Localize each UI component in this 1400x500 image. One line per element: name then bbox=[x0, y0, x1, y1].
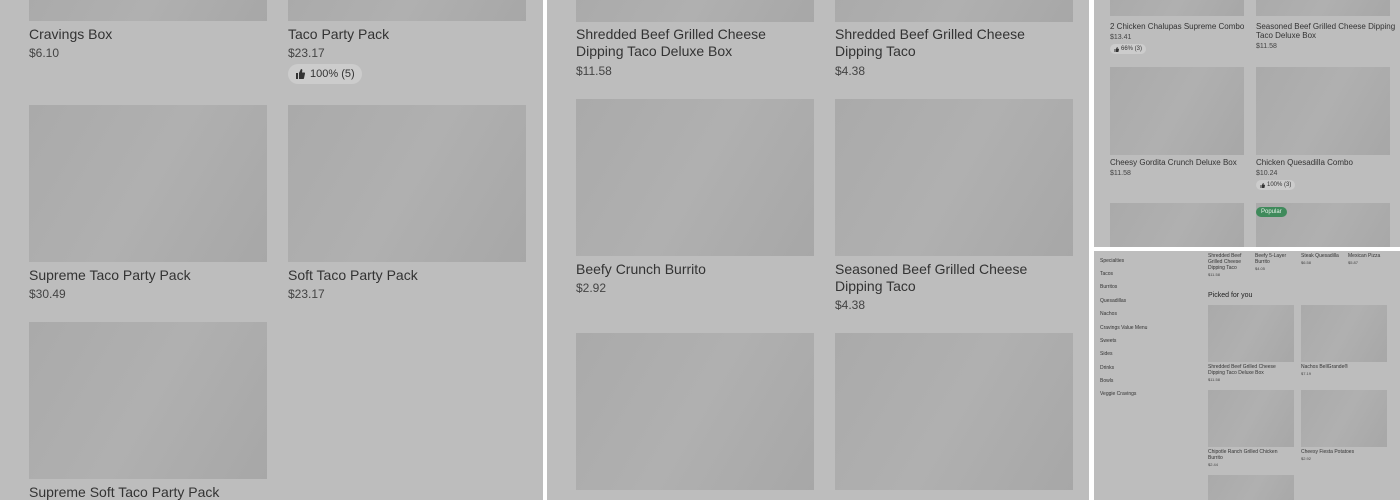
item-image[interactable] bbox=[29, 322, 267, 479]
rating-badge: 100% (3) bbox=[1256, 180, 1296, 190]
item-name[interactable]: Soft Taco Party Pack bbox=[288, 267, 418, 283]
item-price: $2.44 bbox=[1208, 462, 1219, 467]
item-price: $5.87 bbox=[1348, 260, 1359, 265]
item-name[interactable]: Nachos BellGrande® bbox=[1301, 364, 1386, 370]
category-nav-item[interactable]: Sweets bbox=[1100, 338, 1116, 344]
item-image[interactable] bbox=[1208, 475, 1294, 500]
item-image[interactable] bbox=[1110, 0, 1244, 16]
item-image[interactable] bbox=[1110, 67, 1244, 155]
category-nav-item[interactable]: Burritos bbox=[1100, 284, 1117, 290]
item-price: $11.58 bbox=[1208, 377, 1220, 382]
item-price: $2.92 bbox=[576, 281, 607, 295]
category-nav-item[interactable]: Drinks bbox=[1100, 365, 1114, 371]
rating-text: 100% (5) bbox=[310, 68, 355, 80]
item-image[interactable] bbox=[835, 99, 1073, 256]
thumbs-up-icon bbox=[1114, 46, 1119, 52]
item-name[interactable]: Steak Quesadilla bbox=[1301, 253, 1345, 259]
item-name[interactable]: Supreme Soft Taco Party Pack bbox=[29, 484, 219, 500]
item-image[interactable] bbox=[1208, 390, 1294, 447]
item-name[interactable]: Seasoned Beef Grilled Cheese Dipping Tac… bbox=[1256, 22, 1396, 40]
item-price: $6.10 bbox=[29, 46, 60, 60]
menu-panel-c: 2 Chicken Chalupas Supreme Combo $13.41 … bbox=[1094, 0, 1400, 247]
rating-badge: 66% (3) bbox=[1110, 44, 1147, 54]
thumbs-up-icon bbox=[296, 69, 305, 79]
item-name[interactable]: Seasoned Beef Grilled Cheese Dipping Tac… bbox=[835, 261, 1075, 295]
item-image[interactable] bbox=[288, 105, 526, 262]
thumbs-up-icon bbox=[1260, 182, 1265, 188]
category-nav-item[interactable]: Tacos bbox=[1100, 271, 1113, 277]
item-image[interactable] bbox=[1110, 203, 1244, 247]
rating-badge: 100% (5) bbox=[288, 64, 362, 84]
item-price: $4.38 bbox=[835, 298, 866, 312]
category-nav-item[interactable]: Bowls bbox=[1100, 378, 1113, 384]
category-nav-item[interactable]: Veggie Cravings bbox=[1100, 391, 1136, 397]
item-image[interactable] bbox=[576, 99, 814, 256]
category-nav-item[interactable]: Specialties bbox=[1100, 258, 1124, 264]
item-price: $2.92 bbox=[1301, 456, 1312, 461]
item-price: $11.58 bbox=[1256, 43, 1277, 50]
item-price: $13.41 bbox=[1110, 34, 1132, 41]
item-name[interactable]: Shredded Beef Grilled Cheese Dipping Tac… bbox=[1208, 253, 1244, 271]
section-title: Picked for you bbox=[1208, 292, 1253, 299]
item-name[interactable]: Chipotle Ranch Grilled Chicken Burrito bbox=[1208, 449, 1293, 461]
item-name[interactable]: Chicken Quesadilla Combo bbox=[1256, 158, 1396, 167]
item-name[interactable]: Beefy 5-Layer Burrito bbox=[1255, 253, 1291, 265]
item-name[interactable]: Cheesy Gordita Crunch Deluxe Box bbox=[1110, 158, 1250, 167]
item-image[interactable] bbox=[835, 333, 1073, 490]
rating-text: 100% (3) bbox=[1267, 182, 1292, 188]
item-name[interactable]: Mexican Pizza bbox=[1348, 253, 1392, 259]
item-name[interactable]: Supreme Taco Party Pack bbox=[29, 267, 191, 283]
item-name[interactable]: Shredded Beef Grilled Cheese Dipping Tac… bbox=[576, 26, 816, 60]
menu-panel-a: Cravings Box $6.10 Taco Party Pack $23.1… bbox=[0, 0, 543, 500]
item-price: $10.24 bbox=[1256, 170, 1278, 177]
category-nav-item[interactable]: Sides bbox=[1100, 351, 1113, 357]
popular-badge: Popular bbox=[1256, 207, 1287, 217]
menu-panel-d: Specialties Tacos Burritos Quesadillas N… bbox=[1094, 251, 1400, 500]
category-nav-item[interactable]: Cravings Value Menu bbox=[1100, 325, 1147, 331]
item-image[interactable] bbox=[1301, 390, 1387, 447]
category-nav-item[interactable]: Nachos bbox=[1100, 311, 1117, 317]
item-image[interactable] bbox=[1256, 0, 1390, 16]
item-image[interactable] bbox=[576, 333, 814, 490]
item-name[interactable]: Shredded Beef Grilled Cheese Dipping Tac… bbox=[1208, 364, 1293, 376]
item-name[interactable]: 2 Chicken Chalupas Supreme Combo bbox=[1110, 22, 1250, 31]
item-image[interactable] bbox=[29, 105, 267, 262]
item-image[interactable] bbox=[1208, 305, 1294, 362]
item-price: $11.58 bbox=[1110, 170, 1131, 177]
item-price: $23.17 bbox=[288, 46, 325, 60]
item-price: $11.58 bbox=[576, 64, 612, 78]
item-name[interactable]: Taco Party Pack bbox=[288, 26, 389, 42]
item-price: $23.17 bbox=[288, 287, 325, 301]
item-image[interactable] bbox=[288, 0, 526, 21]
item-image[interactable] bbox=[1301, 305, 1387, 362]
item-name[interactable]: Cheesy Fiesta Potatoes bbox=[1301, 449, 1386, 455]
item-price: $6.58 bbox=[1301, 260, 1312, 265]
category-nav-item[interactable]: Quesadillas bbox=[1100, 298, 1126, 304]
item-price: $11.58 bbox=[1208, 272, 1220, 277]
item-image[interactable] bbox=[576, 0, 814, 22]
item-price: $4.38 bbox=[835, 64, 866, 78]
item-price: $7.19 bbox=[1301, 371, 1312, 376]
item-name[interactable]: Beefy Crunch Burrito bbox=[576, 261, 816, 278]
item-name[interactable]: Shredded Beef Grilled Cheese Dipping Tac… bbox=[835, 26, 1075, 60]
rating-text: 66% (3) bbox=[1121, 46, 1143, 52]
item-image[interactable] bbox=[835, 0, 1073, 22]
item-image[interactable] bbox=[29, 0, 267, 21]
item-price: $4.05 bbox=[1255, 266, 1266, 271]
menu-panel-b: Shredded Beef Grilled Cheese Dipping Tac… bbox=[547, 0, 1089, 500]
item-name[interactable]: Cravings Box bbox=[29, 26, 112, 42]
item-price: $30.49 bbox=[29, 287, 66, 301]
item-image[interactable] bbox=[1256, 67, 1390, 155]
